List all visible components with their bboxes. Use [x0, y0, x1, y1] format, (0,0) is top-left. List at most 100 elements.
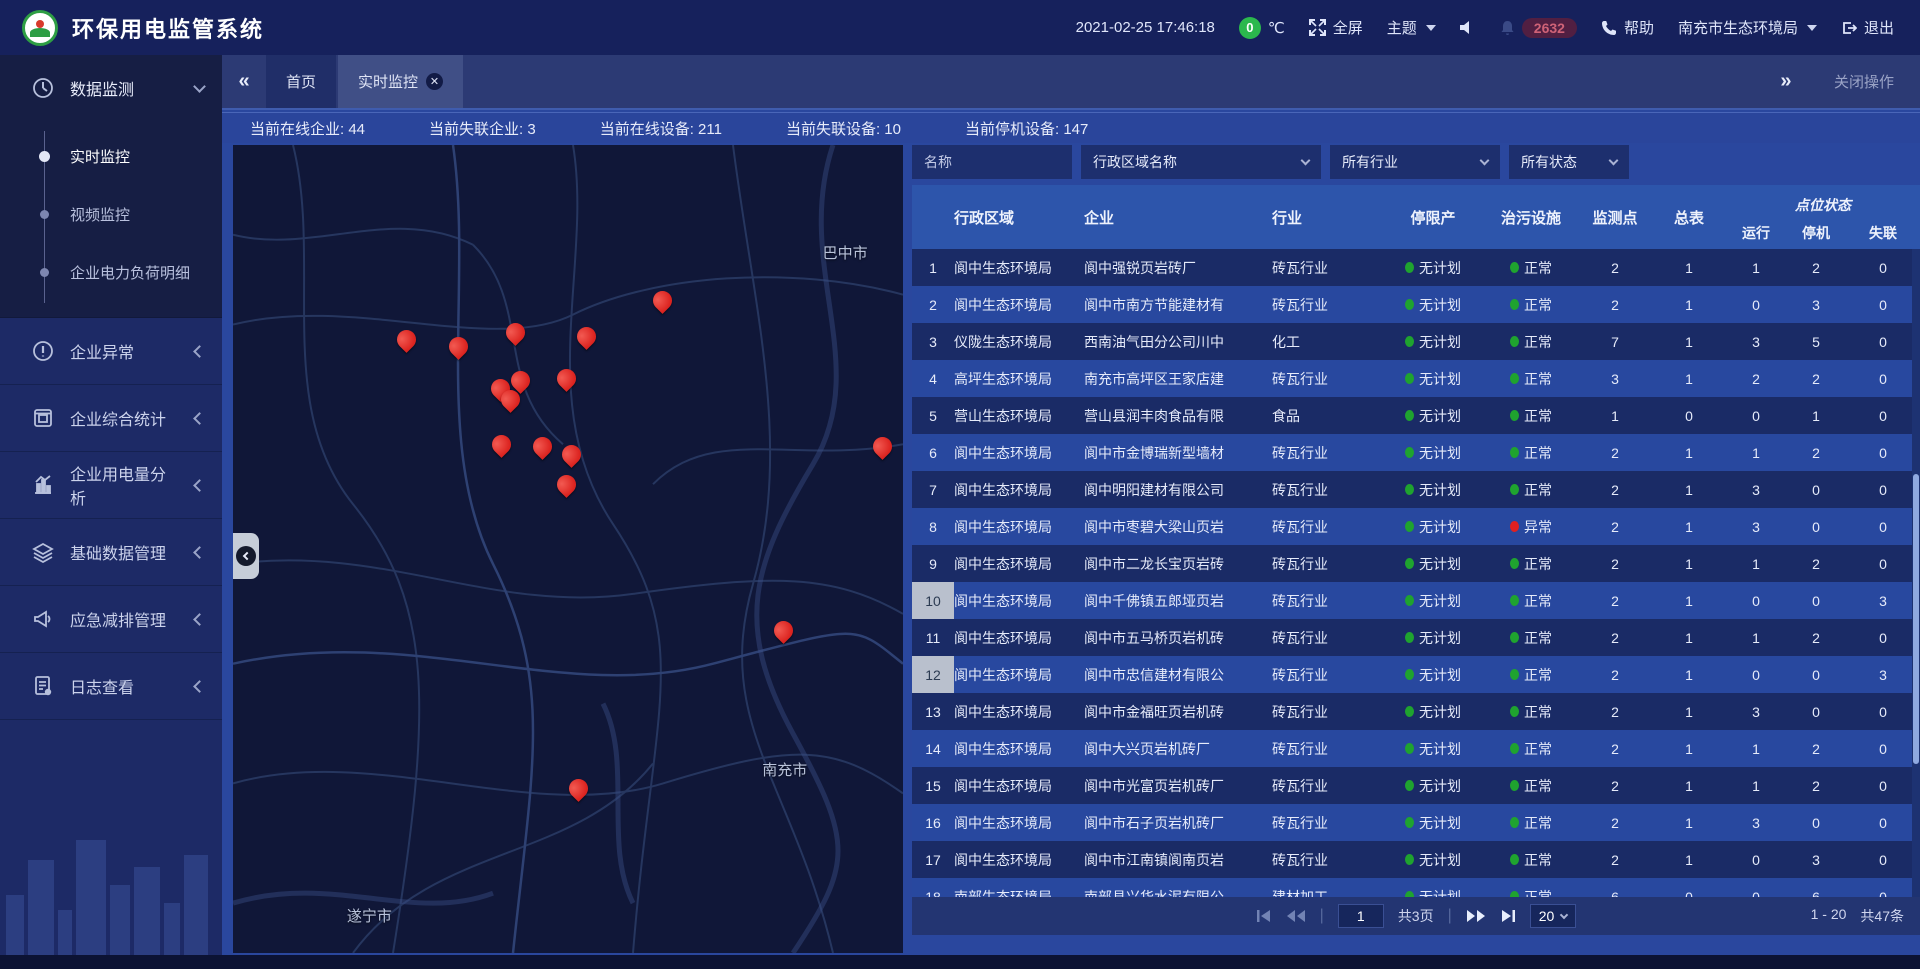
cell-limit-status: 无计划 — [1382, 582, 1484, 619]
sidebar-item-base-data[interactable]: 基础数据管理 — [0, 519, 222, 585]
cell-run-count: 1 — [1726, 767, 1786, 804]
cell-lost-count: 0 — [1846, 508, 1920, 545]
sidebar-item-data-monitor[interactable]: 数据监测 — [0, 55, 222, 121]
cell-run-count: 1 — [1726, 619, 1786, 656]
cell-industry: 砖瓦行业 — [1272, 841, 1382, 878]
tab-close-icon[interactable]: ✕ — [426, 73, 443, 90]
green-status-dot-icon — [1405, 780, 1414, 791]
theme-label: 主题 — [1387, 17, 1417, 38]
cell-facility-status: 正常 — [1484, 841, 1578, 878]
table-row[interactable]: 18南部生态环境局南部县兴华水泥有限公建材加工无计划正常60060 — [912, 878, 1920, 897]
tab-realtime-monitor[interactable]: 实时监控 ✕ — [338, 55, 463, 108]
region-filter-select[interactable]: 行政区域名称 — [1081, 145, 1321, 179]
logout-button[interactable]: 退出 — [1841, 17, 1894, 38]
cell-lost-count: 0 — [1846, 878, 1920, 897]
stat-item: 当前失联企业: 3 — [429, 118, 536, 139]
cell-facility-status: 正常 — [1484, 323, 1578, 360]
cell-stop-count: 0 — [1786, 804, 1846, 841]
close-operations-button[interactable]: 关闭操作 — [1834, 71, 1894, 92]
table-row[interactable]: 9阆中生态环境局阆中市二龙长宝页岩砖砖瓦行业无计划正常21120 — [912, 545, 1920, 582]
cell-facility-status: 正常 — [1484, 582, 1578, 619]
cell-lost-count: 0 — [1846, 841, 1920, 878]
table-row[interactable]: 14阆中生态环境局阆中大兴页岩机砖厂砖瓦行业无计划正常21120 — [912, 730, 1920, 767]
table-row[interactable]: 5营山生态环境局营山县润丰肉食品有限食品无计划正常10010 — [912, 397, 1920, 434]
sidebar-subitem-label: 企业电力负荷明细 — [70, 262, 190, 283]
table-row[interactable]: 15阆中生态环境局阆中市光富页岩机砖厂砖瓦行业无计划正常21120 — [912, 767, 1920, 804]
table-row[interactable]: 16阆中生态环境局阆中市石子页岩机砖厂砖瓦行业无计划正常21300 — [912, 804, 1920, 841]
map-panel[interactable]: 巴中市南充市遂宁市 — [233, 145, 903, 953]
sidebar-item-emergency[interactable]: 应急减排管理 — [0, 586, 222, 652]
cell-total-meters: 1 — [1652, 693, 1726, 730]
sidebar-item-enterprise-abnormal[interactable]: 企业异常 — [0, 318, 222, 384]
col-meters: 总表 — [1652, 185, 1726, 249]
stat-item: 当前在线企业: 44 — [250, 118, 365, 139]
table-row[interactable]: 17阆中生态环境局阆中市江南镇阆南页岩砖瓦行业无计划正常21030 — [912, 841, 1920, 878]
cell-facility-status: 正常 — [1484, 878, 1578, 897]
table-row[interactable]: 10阆中生态环境局阆中千佛镇五郎垭页岩砖瓦行业无计划正常21003 — [912, 582, 1920, 619]
cell-total-meters: 1 — [1652, 804, 1726, 841]
industry-filter-select[interactable]: 所有行业 — [1330, 145, 1500, 179]
theme-menu[interactable]: 主题 — [1387, 17, 1436, 38]
tab-label: 首页 — [286, 71, 316, 92]
bullet-dot-icon — [40, 268, 49, 277]
stats-bar: 当前在线企业: 44当前失联企业: 3当前在线设备: 211当前失联设备: 10… — [222, 112, 1920, 143]
chevron-left-icon — [193, 613, 206, 626]
table-scrollbar[interactable] — [1912, 249, 1920, 897]
sidebar-subitem[interactable]: 实时监控 — [0, 127, 222, 185]
cell-company: 阆中明阳建材有限公司 — [1084, 471, 1272, 508]
cell-limit-status: 无计划 — [1382, 730, 1484, 767]
app-logo-icon — [22, 10, 58, 46]
cell-lost-count: 0 — [1846, 767, 1920, 804]
scrollbar-thumb[interactable] — [1913, 474, 1919, 764]
table-row[interactable]: 12阆中生态环境局阆中市忠信建材有限公砖瓦行业无计划正常21003 — [912, 656, 1920, 693]
tab-home[interactable]: 首页 — [266, 55, 336, 108]
cell-industry: 砖瓦行业 — [1272, 508, 1382, 545]
table-row[interactable]: 13阆中生态环境局阆中市金福旺页岩机砖砖瓦行业无计划正常21300 — [912, 693, 1920, 730]
collapse-circle — [236, 546, 256, 566]
map-collapse-handle[interactable] — [233, 533, 259, 579]
mute-button[interactable] — [1460, 20, 1476, 35]
sidebar-item-logs[interactable]: 日志查看 — [0, 653, 222, 719]
cell-region: 阆中生态环境局 — [954, 730, 1084, 767]
notification-area[interactable]: 2632 — [1500, 18, 1577, 38]
table-row[interactable]: 3仪陇生态环境局西南油气田分公司川中化工无计划正常71350 — [912, 323, 1920, 360]
prev-page-button[interactable] — [1286, 909, 1306, 923]
col-index — [912, 185, 954, 249]
cell-company: 阆中市二龙长宝页岩砖 — [1084, 545, 1272, 582]
row-index: 1 — [912, 249, 954, 286]
table-row[interactable]: 4高坪生态环境局南充市高坪区王家店建砖瓦行业无计划正常31220 — [912, 360, 1920, 397]
page-size-select[interactable]: 20 — [1530, 904, 1577, 928]
name-filter-input[interactable] — [912, 145, 1072, 179]
cell-facility-status: 正常 — [1484, 249, 1578, 286]
tabs-scroll-left-button[interactable]: « — [222, 55, 266, 108]
help-button[interactable]: 帮助 — [1601, 17, 1654, 38]
table-row[interactable]: 8阆中生态环境局阆中市枣碧大梁山页岩砖瓦行业无计划异常21300 — [912, 508, 1920, 545]
sidebar-subitem-label: 视频监控 — [70, 204, 130, 225]
table-row[interactable]: 6阆中生态环境局阆中市金博瑞新型墙材砖瓦行业无计划正常21120 — [912, 434, 1920, 471]
table-row[interactable]: 1阆中生态环境局阆中强锐页岩砖厂砖瓦行业无计划正常21120 — [912, 249, 1920, 286]
sidebar-item-power-analysis[interactable]: 企业用电量分析 — [0, 452, 222, 518]
tabs-scroll-right-button[interactable]: » — [1764, 70, 1808, 93]
fullscreen-button[interactable]: 全屏 — [1309, 17, 1363, 38]
last-page-button[interactable] — [1500, 909, 1516, 923]
window-icon — [32, 407, 54, 429]
first-page-button[interactable] — [1256, 909, 1272, 923]
status-filter-select[interactable]: 所有状态 — [1509, 145, 1629, 179]
cell-company: 阆中市光富页岩机砖厂 — [1084, 767, 1272, 804]
cell-lost-count: 0 — [1846, 397, 1920, 434]
green-status-dot-icon — [1510, 373, 1519, 384]
cell-region: 阆中生态环境局 — [954, 471, 1084, 508]
cell-industry: 砖瓦行业 — [1272, 656, 1382, 693]
table-row[interactable]: 2阆中生态环境局阆中市南方节能建材有砖瓦行业无计划正常21030 — [912, 286, 1920, 323]
org-menu[interactable]: 南充市生态环境局 — [1678, 17, 1817, 38]
page-number-input[interactable] — [1338, 904, 1384, 928]
sidebar-subitem[interactable]: 企业电力负荷明细 — [0, 243, 222, 301]
table-row[interactable]: 7阆中生态环境局阆中明阳建材有限公司砖瓦行业无计划正常21300 — [912, 471, 1920, 508]
cell-total-meters: 1 — [1652, 508, 1726, 545]
sidebar-item-enterprise-stats[interactable]: 企业综合统计 — [0, 385, 222, 451]
cell-industry: 食品 — [1272, 397, 1382, 434]
next-page-button[interactable] — [1466, 909, 1486, 923]
table-row[interactable]: 11阆中生态环境局阆中市五马桥页岩机砖砖瓦行业无计划正常21120 — [912, 619, 1920, 656]
cell-limit-status: 无计划 — [1382, 767, 1484, 804]
sidebar-subitem[interactable]: 视频监控 — [0, 185, 222, 243]
